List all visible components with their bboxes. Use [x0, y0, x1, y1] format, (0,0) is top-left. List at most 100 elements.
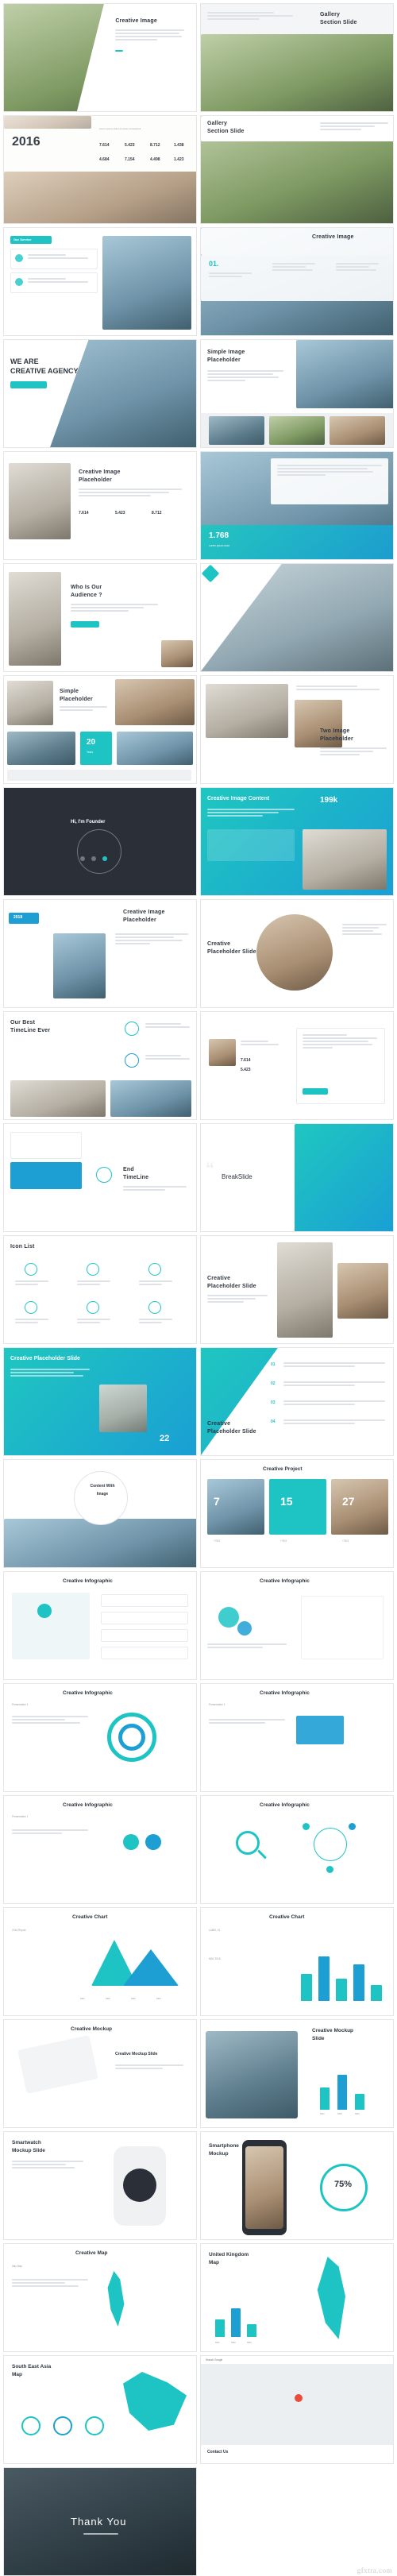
slide-gallery-section-2[interactable]: Gallery Section Slide [200, 115, 394, 224]
slide-creative-image[interactable]: Creative Image [3, 3, 197, 112]
year-title: 2016 [12, 135, 40, 149]
badge-box [80, 732, 112, 765]
slide-diagonal-photo[interactable] [200, 563, 394, 672]
step-text-2 [283, 1381, 385, 1388]
stat-1: 7 [214, 1495, 220, 1508]
service-label: Our Service [13, 238, 32, 241]
photo-thumb-2 [117, 732, 193, 765]
slide-icon-list[interactable]: Icon List [3, 1235, 197, 1344]
text-lines [207, 809, 295, 818]
slide-founder-dark[interactable]: Hi, I'm Founder [3, 787, 197, 896]
slide-thank-you[interactable]: Thank You [3, 2467, 197, 2576]
axis-label-3: M03 [355, 2112, 360, 2115]
text-lines [342, 924, 387, 937]
text-lines [12, 1829, 88, 1836]
map-search-label[interactable]: Search Google [206, 2358, 222, 2362]
slide-infographic-laptop[interactable]: Creative Infographic Presentation 1 [200, 1683, 394, 1792]
card-button[interactable] [303, 1088, 328, 1095]
slide-map-sea[interactable]: South East Asia Map [3, 2355, 197, 2464]
slide-chart-mountain[interactable]: Creative Chart 2016 Report M01 M02 M03 M… [3, 1907, 197, 2016]
slide-break[interactable]: BreakSlide “ [200, 1123, 394, 1232]
header-lines [296, 686, 384, 692]
chart-bar-1 [301, 1974, 312, 2001]
slide-big-number[interactable]: 1.768 Lorem ipsum dolor [200, 451, 394, 560]
heart-icon [148, 1301, 161, 1314]
slide-contact-us[interactable]: Search Google Contact Us [200, 2355, 394, 2464]
slide-simple-image-placeholder[interactable]: Simple Image Placeholder [200, 339, 394, 448]
list-item-2[interactable] [101, 1612, 188, 1624]
slide-end-timeline[interactable]: End TimeLine [3, 1123, 197, 1232]
slide-creative-image-placeholder-2018[interactable]: Creative Image Placeholder 2018 [3, 899, 197, 1008]
axis-label-1: M01 [320, 2112, 325, 2115]
list-item-1[interactable] [101, 1594, 188, 1607]
slide-creative-image-placeholder[interactable]: Creative Image Placeholder 7.614 5.423 8… [3, 451, 197, 560]
timeline-node[interactable] [96, 1167, 112, 1183]
slide-subtitle: Placeholder Slide [207, 949, 256, 955]
stat-3: 27 [342, 1495, 355, 1508]
photo-teal [295, 1124, 393, 1231]
slide-subtitle: TimeLine [123, 1175, 149, 1180]
text-lines [207, 370, 283, 383]
photo-bottom [4, 172, 196, 223]
headline-2: CREATIVE AGENCY [10, 367, 79, 375]
slide-simple-placeholder-years[interactable]: Simple Placeholder 20 Years [3, 675, 197, 784]
list-item-3[interactable] [101, 1629, 188, 1642]
slide-2016-stats[interactable]: 2016 Lorem ipsum dolor sit amet consecte… [3, 115, 197, 224]
big-number-caption: Lorem ipsum dolor [209, 544, 230, 547]
slide-title: Creative Infographic [260, 1690, 310, 1696]
slide-title: Smartphone [209, 2143, 239, 2149]
text-lines [320, 747, 387, 757]
slide-chart-bars[interactable]: Creative Chart LABEL 01 MAY 2016 [200, 1907, 394, 2016]
dot-3[interactable] [102, 856, 107, 861]
slide-mockup-chart[interactable]: Creative Mockup Slide M01 M02 M03 [200, 2019, 394, 2128]
slide-creative-placeholder-circle[interactable]: Creative Placeholder Slide [200, 899, 394, 1008]
slide-bg [4, 1908, 196, 2015]
map-pin-icon[interactable] [295, 2394, 303, 2402]
slide-mockup-phone[interactable]: Creative Mockup Creative Mockup Slide [3, 2019, 197, 2128]
cta-button[interactable] [71, 621, 99, 628]
slide-creative-placeholder-b[interactable]: Creative Placeholder Slide [200, 1235, 394, 1344]
timeline-node-2[interactable] [125, 1053, 139, 1068]
progress-ring [320, 2164, 368, 2211]
stat-1: 7.614 [99, 143, 110, 148]
slide-smartwatch-mockup[interactable]: Smartwatch Mockup Slide [3, 2131, 197, 2240]
slide-content-with-image[interactable]: Content With Image [3, 1459, 197, 1568]
slide-map-italy[interactable]: Creative Map Italy Map [3, 2243, 197, 2352]
slide-infographic-target[interactable]: Creative Infographic Presentation 1 [3, 1683, 197, 1792]
slide-infographic-desk[interactable]: Creative Infographic [3, 1571, 197, 1680]
slide-infographic-persons[interactable]: Creative Infographic Presentation 1 [3, 1795, 197, 1904]
slide-infographic-gears[interactable]: Creative Infographic [200, 1571, 394, 1680]
dot-2[interactable] [91, 856, 96, 861]
slide-subtitle: Placeholder Slide [207, 1429, 256, 1435]
timeline-node-1[interactable] [125, 1022, 139, 1036]
slide-our-service[interactable]: Our Service [3, 227, 197, 336]
slide-steps[interactable]: Creative Placeholder Slide 01 02 03 04 [200, 1347, 394, 1456]
chart-bar-2 [318, 1956, 330, 2001]
slide-title: Gallery [207, 121, 228, 126]
stat-ring-2 [53, 2416, 72, 2435]
slide-creative-project[interactable]: Creative Project 7 15 27 +78,5 +78,5 +78… [200, 1459, 394, 1568]
slide-infographic-magnifier[interactable]: Creative Infographic [200, 1795, 394, 1904]
headline-1: WE ARE [10, 357, 39, 365]
slide-creative-image-01[interactable]: Creative Image 01. [200, 227, 394, 336]
slide-timeline-best[interactable]: Our Best TimeLine Ever [3, 1011, 197, 1120]
slide-gallery-section[interactable]: Gallery Section Slide [200, 3, 394, 112]
slide-cards-numbers[interactable]: 7.614 5.423 [200, 1011, 394, 1120]
slide-map-uk[interactable]: United Kingdom Map M01 M02 M03 [200, 2243, 394, 2352]
slide-creative-image-content[interactable]: Creative Image Content 199k [200, 787, 394, 896]
stat-5: 4.684 [99, 157, 110, 162]
slide-subtitle: Mockup [209, 2151, 229, 2157]
slide-two-image-placeholder[interactable]: Two Image Placeholder [200, 675, 394, 784]
list-item-4[interactable] [101, 1647, 188, 1659]
slide-audience[interactable]: Who Is Our Audience ? [3, 563, 197, 672]
slide-creative-placeholder-22[interactable]: Creative Placeholder Slide 22 [3, 1347, 197, 1456]
slide-title: Creative [207, 1421, 231, 1427]
cta-button[interactable] [10, 381, 47, 388]
watermark: gfxtra.com [357, 2566, 392, 2574]
photo-bottom-2 [110, 1080, 191, 1117]
stat-3: 8.712 [150, 143, 160, 148]
slide-we-are-creative[interactable]: WE ARE CREATIVE AGENCY [3, 339, 197, 448]
slide-smartphone-mockup[interactable]: Smartphone Mockup 75% [200, 2131, 394, 2240]
service-text-2 [28, 278, 91, 284]
dot-1[interactable] [80, 856, 85, 861]
